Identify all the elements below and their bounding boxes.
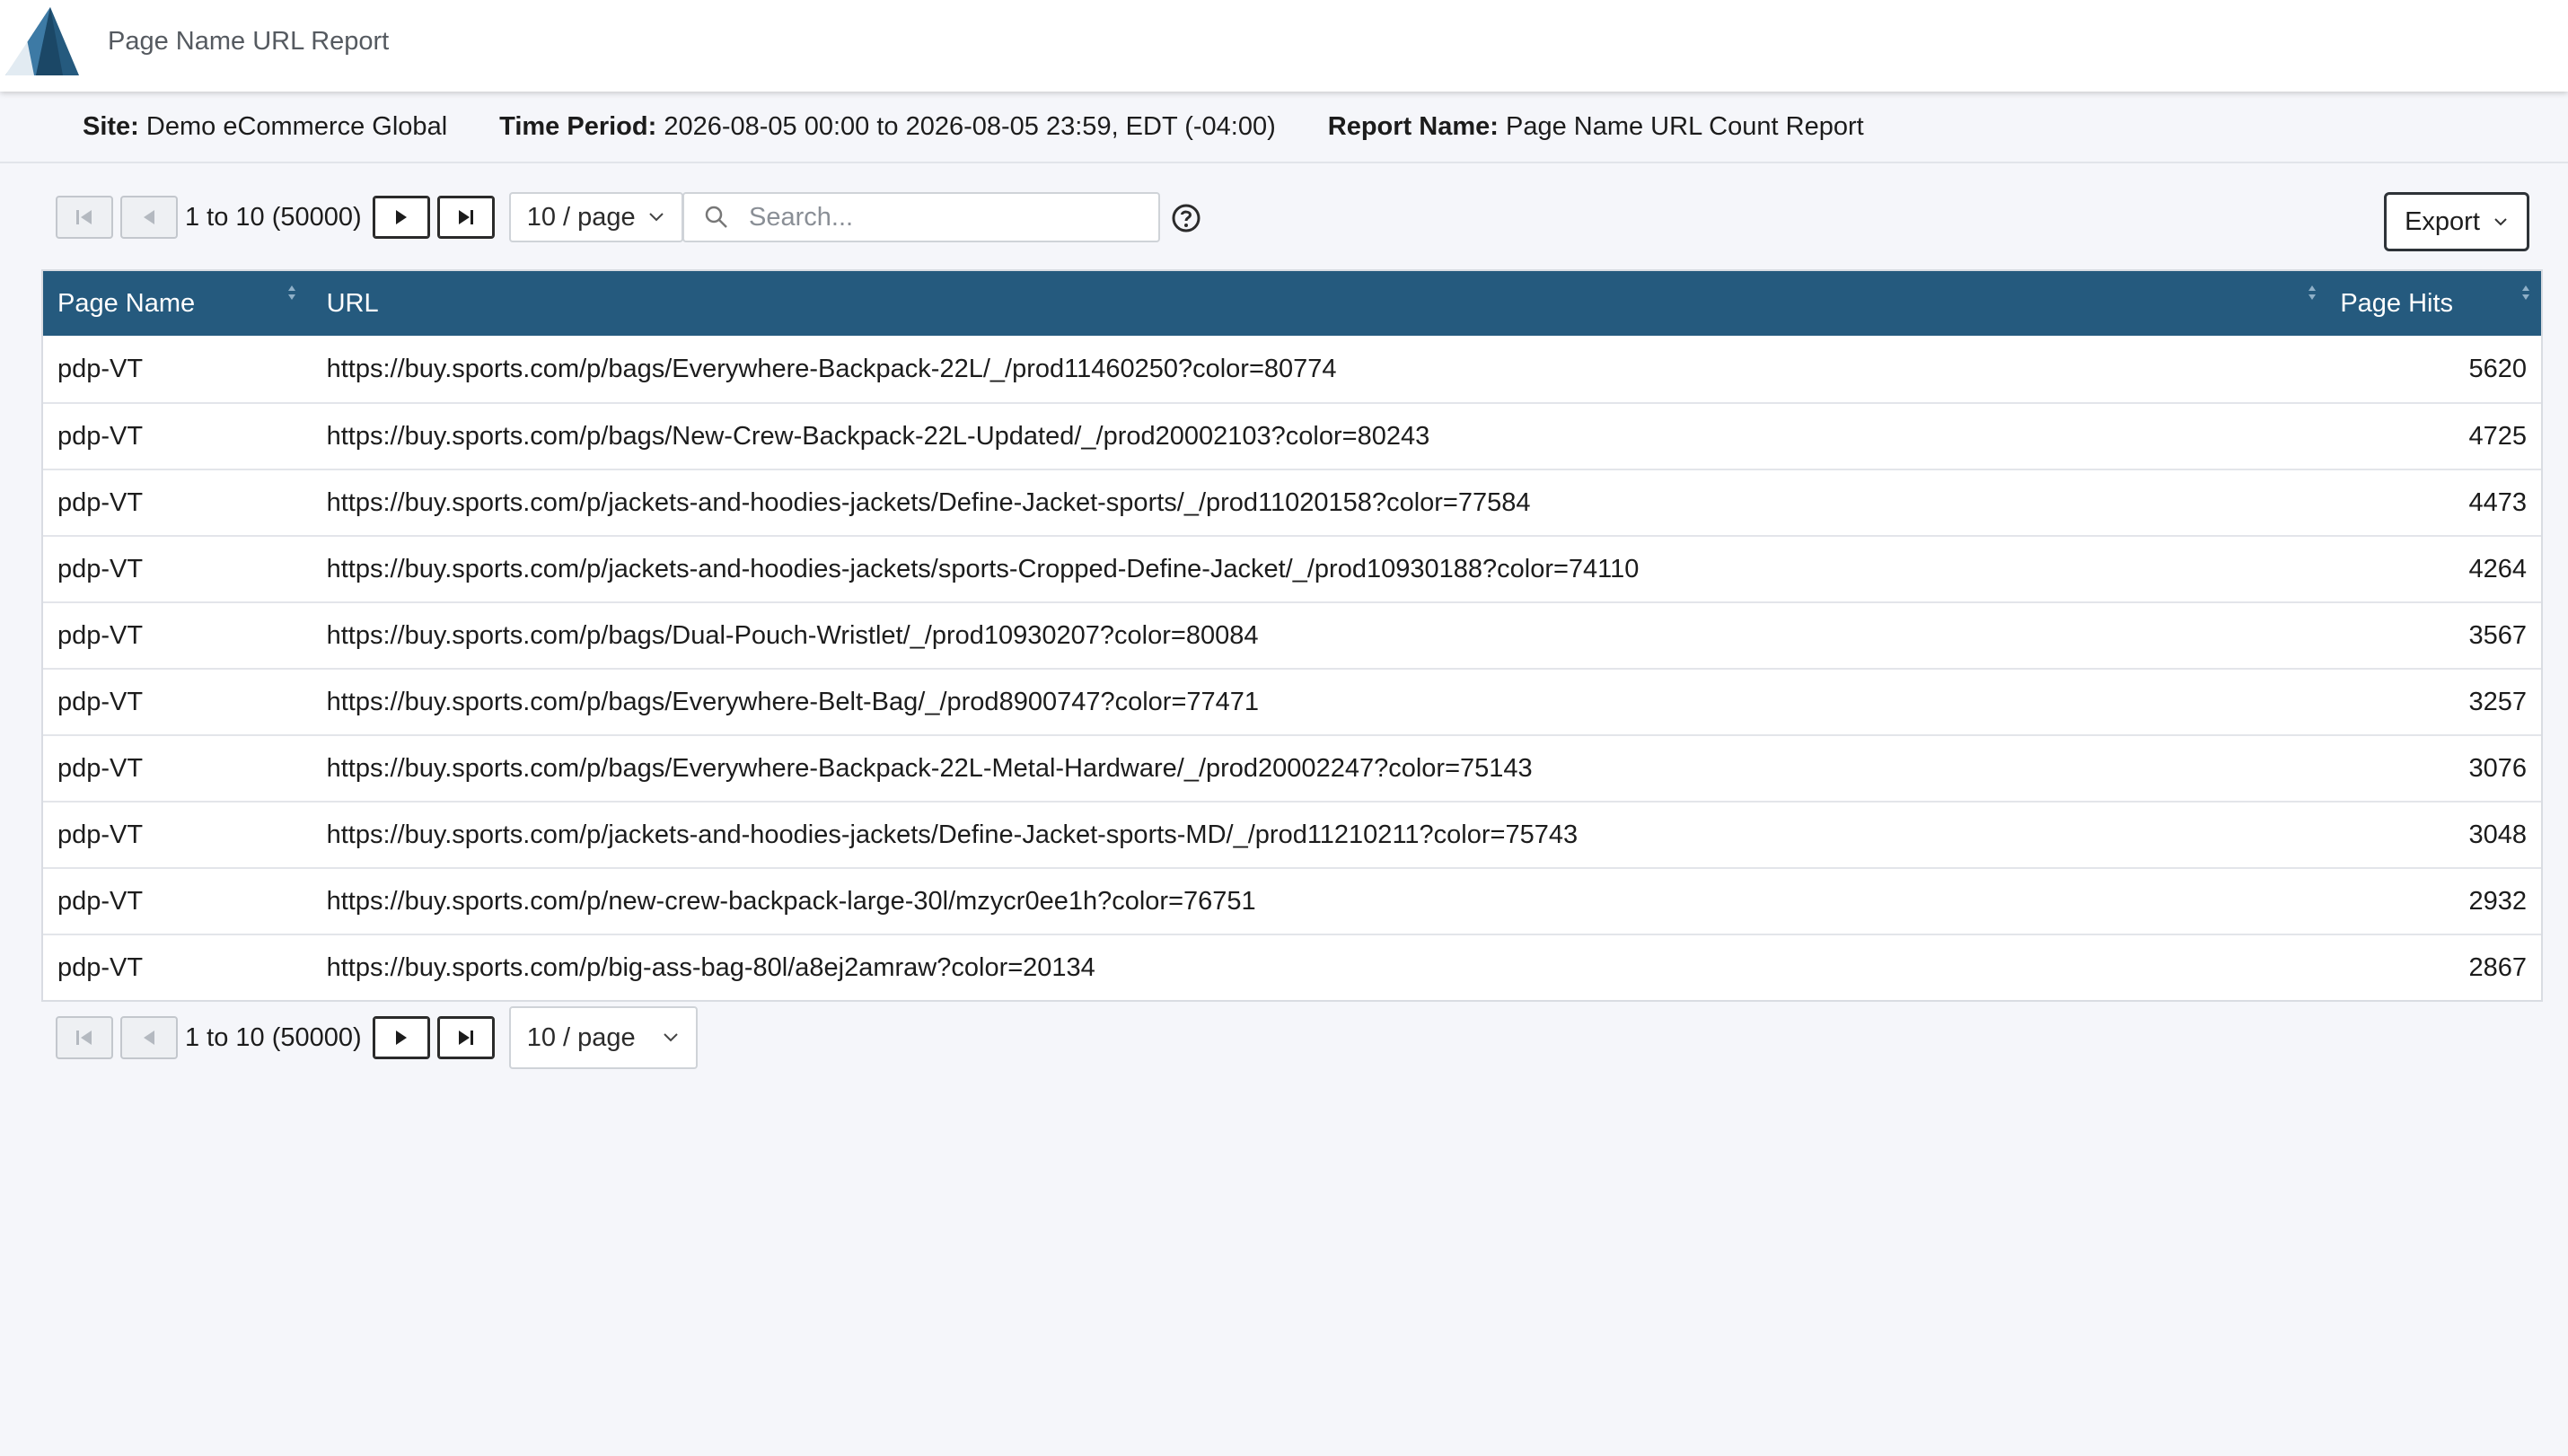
report-table: Page Name URL Page Hits pdp-VT https://b… — [41, 269, 2543, 1002]
page-size-value: 10 / page — [526, 1022, 636, 1052]
table-row[interactable]: pdp-VT https://buy.sports.com/p/bags/New… — [43, 402, 2541, 469]
table-row[interactable]: pdp-VT https://buy.sports.com/p/bags/Eve… — [43, 336, 2541, 402]
page-name-cell: pdp-VT — [57, 886, 144, 916]
chevron-down-icon — [663, 1033, 678, 1042]
report-info-bar: Site: Demo eCommerce Global Time Period:… — [0, 92, 2568, 163]
last-page-icon — [458, 1031, 473, 1045]
last-page-icon — [458, 210, 473, 224]
page-range-text: 1 to 10 (50000) — [185, 1022, 362, 1052]
page-hits-cell: 4264 — [2468, 554, 2527, 583]
table-row[interactable]: pdp-VT https://buy.sports.com/p/bags/Dua… — [43, 601, 2541, 668]
export-label: Export — [2405, 206, 2480, 236]
chevron-down-icon — [2494, 218, 2507, 226]
page-name-cell: pdp-VT — [57, 753, 144, 783]
time-period-value: 2026-08-05 00:00 to 2026-08-05 23:59, ED… — [664, 111, 1276, 141]
previous-page-button[interactable] — [120, 1016, 178, 1059]
time-period-info: Time Period: 2026-08-05 00:00 to 2026-08… — [499, 112, 1276, 142]
page-hits-cell: 3048 — [2468, 820, 2527, 849]
first-page-button[interactable] — [56, 1016, 113, 1059]
page-size-value: 10 / page — [526, 202, 636, 232]
table-body: pdp-VT https://buy.sports.com/p/bags/Eve… — [43, 336, 2541, 1000]
table-header: Page Name URL Page Hits — [43, 271, 2541, 336]
column-header-label: Page Hits — [2340, 288, 2454, 318]
site-value: Demo eCommerce Global — [145, 111, 448, 141]
page-hits-cell: 3567 — [2468, 620, 2527, 650]
table-row[interactable]: pdp-VT https://buy.sports.com/p/jackets-… — [43, 801, 2541, 867]
search-input[interactable] — [749, 202, 1144, 232]
page-name-cell: pdp-VT — [57, 487, 144, 517]
page-hits-cell: 3257 — [2468, 687, 2527, 716]
last-page-button[interactable] — [436, 196, 495, 239]
table-row[interactable]: pdp-VT https://buy.sports.com/p/jackets-… — [43, 469, 2541, 535]
page-hits-cell: 2932 — [2468, 886, 2527, 916]
time-period-label: Time Period: — [499, 111, 657, 141]
search-field[interactable] — [682, 192, 1160, 242]
pagination-bottom: 1 to 10 (50000) 10 / page — [56, 1006, 698, 1069]
report-name-info: Report Name: Page Name URL Count Report — [1328, 112, 1864, 142]
url-cell: https://buy.sports.com/p/jackets-and-hoo… — [326, 487, 1531, 517]
sort-icon[interactable] — [2308, 284, 2317, 302]
url-cell: https://buy.sports.com/p/bags/Everywhere… — [326, 687, 1260, 716]
page-size-select[interactable]: 10 / page — [508, 1006, 698, 1069]
page-hits-cell: 4725 — [2468, 421, 2527, 451]
top-bar: Page Name URL Report — [0, 0, 2568, 92]
page-range-text: 1 to 10 (50000) — [185, 202, 362, 232]
page-hits-cell: 4473 — [2468, 487, 2527, 517]
url-cell: https://buy.sports.com/p/jackets-and-hoo… — [326, 554, 1640, 583]
url-cell: https://buy.sports.com/p/big-ass-bag-80l… — [326, 952, 1095, 982]
previous-page-icon — [144, 1031, 154, 1045]
last-page-button[interactable] — [436, 1016, 495, 1059]
url-cell: https://buy.sports.com/p/bags/Dual-Pouch… — [326, 620, 1259, 650]
triangle-logo-icon[interactable] — [0, 4, 86, 81]
url-cell: https://buy.sports.com/p/bags/Everywhere… — [326, 753, 1533, 783]
report-name-value: Page Name URL Count Report — [1505, 111, 1864, 141]
table-row[interactable]: pdp-VT https://buy.sports.com/p/bags/Eve… — [43, 668, 2541, 734]
site-info: Site: Demo eCommerce Global — [83, 112, 447, 142]
url-cell: https://buy.sports.com/p/bags/Everywhere… — [326, 354, 1337, 383]
next-page-button[interactable] — [372, 196, 430, 239]
page-hits-cell: 2867 — [2468, 952, 2527, 982]
column-header-url[interactable]: URL — [312, 271, 2326, 336]
page-title: Page Name URL Report — [108, 27, 390, 56]
chevron-down-icon — [648, 213, 664, 222]
page-name-cell: pdp-VT — [57, 620, 144, 650]
table-row[interactable]: pdp-VT https://buy.sports.com/p/bags/Eve… — [43, 734, 2541, 801]
report-name-label: Report Name: — [1327, 111, 1499, 141]
sort-icon[interactable] — [287, 284, 296, 302]
column-header-page-name[interactable]: Page Name — [43, 271, 312, 336]
next-page-button[interactable] — [372, 1016, 430, 1059]
page-name-cell: pdp-VT — [57, 952, 144, 982]
pagination-top: 1 to 10 (50000) 10 / page — [56, 192, 683, 242]
page-name-cell: pdp-VT — [57, 421, 144, 451]
table-row[interactable]: pdp-VT https://buy.sports.com/p/jackets-… — [43, 535, 2541, 601]
page-name-cell: pdp-VT — [57, 820, 144, 849]
column-header-label: URL — [326, 288, 379, 318]
page-hits-cell: 5620 — [2468, 354, 2527, 383]
url-cell: https://buy.sports.com/p/bags/New-Crew-B… — [326, 421, 1430, 451]
first-page-icon — [76, 210, 92, 224]
url-cell: https://buy.sports.com/p/new-crew-backpa… — [326, 886, 1256, 916]
export-button[interactable]: Export — [2384, 192, 2529, 251]
previous-page-icon — [144, 210, 154, 224]
next-page-icon — [395, 1031, 407, 1045]
help-icon[interactable] — [1171, 203, 1201, 233]
page-hits-cell: 3076 — [2468, 753, 2527, 783]
first-page-button[interactable] — [56, 196, 113, 239]
page-name-cell: pdp-VT — [57, 687, 144, 716]
column-header-page-hits[interactable]: Page Hits — [2326, 271, 2541, 336]
page-name-cell: pdp-VT — [57, 554, 144, 583]
table-row[interactable]: pdp-VT https://buy.sports.com/p/new-crew… — [43, 867, 2541, 934]
first-page-icon — [76, 1031, 92, 1045]
previous-page-button[interactable] — [120, 196, 178, 239]
site-label: Site: — [83, 111, 139, 141]
sort-icon[interactable] — [2521, 284, 2530, 302]
table-row[interactable]: pdp-VT https://buy.sports.com/p/big-ass-… — [43, 934, 2541, 1000]
page-size-select[interactable]: 10 / page — [508, 192, 683, 242]
column-header-label: Page Name — [57, 288, 196, 318]
search-icon — [705, 206, 727, 228]
next-page-icon — [395, 210, 407, 224]
page-name-cell: pdp-VT — [57, 354, 144, 383]
url-cell: https://buy.sports.com/p/jackets-and-hoo… — [326, 820, 1579, 849]
